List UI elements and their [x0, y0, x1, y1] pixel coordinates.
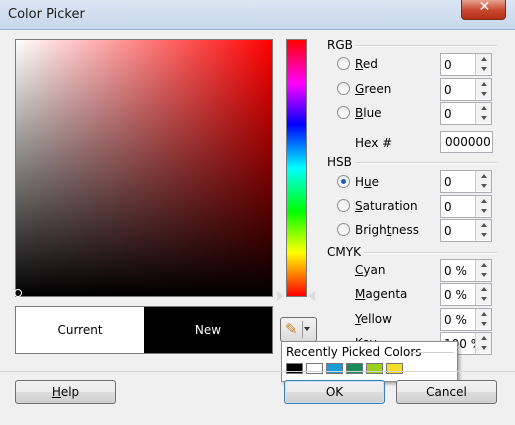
blue-decrement[interactable] — [476, 113, 491, 123]
blue-label: Blue — [355, 106, 382, 120]
cyan-decrement[interactable] — [476, 270, 491, 280]
brightness-value[interactable]: 0 — [444, 224, 452, 238]
magenta-value[interactable]: 0 % — [444, 288, 467, 302]
blue-spinbox[interactable]: 0 — [440, 102, 492, 125]
yellow-value[interactable]: 0 % — [444, 313, 467, 327]
green-decrement[interactable] — [476, 89, 491, 99]
hex-value[interactable]: 000000 — [445, 135, 491, 149]
rgb-group-divider — [355, 45, 497, 47]
cyan-spinbox[interactable]: 0 % — [440, 259, 492, 282]
recent-color-swatch[interactable] — [366, 363, 383, 374]
yellow-decrement[interactable] — [476, 319, 491, 329]
recent-colors-divider — [410, 352, 454, 353]
title-bar: Color Picker ✕ — [0, 0, 515, 30]
hue-slider-right-handle[interactable] — [308, 291, 315, 301]
saturation-decrement[interactable] — [476, 206, 491, 216]
cancel-button[interactable]: Cancel — [396, 380, 497, 404]
new-color-preview: New — [144, 307, 272, 353]
saturation-spinbox[interactable]: 0 — [440, 195, 492, 218]
ok-button[interactable]: OK — [284, 380, 385, 404]
hue-slider[interactable] — [286, 39, 307, 297]
pipette-icon: ✎ — [285, 320, 298, 338]
key-decrement[interactable] — [476, 343, 491, 353]
cyan-label: Cyan — [355, 263, 386, 277]
brightness-decrement[interactable] — [476, 230, 491, 240]
cmyk-group-label: CMYK — [327, 245, 361, 259]
recent-color-swatch[interactable] — [346, 363, 363, 374]
yellow-spinbox[interactable]: 0 % — [440, 308, 492, 331]
recent-colors-popup: Recently Picked Colors — [281, 341, 458, 382]
recent-color-swatch[interactable] — [306, 363, 323, 374]
chevron-down-icon[interactable] — [304, 327, 310, 331]
blue-value[interactable]: 0 — [444, 107, 452, 121]
color-preview: Current New — [15, 306, 273, 354]
saturation-radio[interactable] — [337, 199, 350, 212]
green-label: Green — [355, 82, 392, 96]
close-icon: ✕ — [478, 0, 491, 15]
saturation-value[interactable]: 0 — [444, 200, 452, 214]
green-spinbox[interactable]: 0 — [440, 78, 492, 101]
brightness-spinbox[interactable]: 0 — [440, 219, 492, 242]
hue-label: Hue — [355, 175, 380, 189]
eyedropper-button[interactable]: ✎ — [280, 317, 317, 342]
green-radio[interactable] — [337, 82, 350, 95]
green-value[interactable]: 0 — [444, 83, 452, 97]
magenta-decrement[interactable] — [476, 294, 491, 304]
hex-input[interactable]: 000000 — [440, 131, 493, 153]
recent-color-swatch[interactable] — [326, 363, 343, 374]
rgb-group-label: RGB — [327, 38, 353, 52]
hue-radio[interactable] — [337, 175, 350, 188]
recent-color-swatch[interactable] — [286, 363, 303, 374]
red-spinbox[interactable]: 0 — [440, 53, 492, 76]
recent-colors-title: Recently Picked Colors — [286, 345, 422, 359]
red-label: Red — [355, 57, 378, 71]
hue-spinbox[interactable]: 0 — [440, 170, 492, 193]
red-radio[interactable] — [337, 57, 350, 70]
saturation-label: Saturation — [355, 199, 418, 213]
magenta-spinbox[interactable]: 0 % — [440, 283, 492, 306]
color-selection-marker[interactable] — [14, 289, 22, 297]
help-button[interactable]: Help — [15, 380, 116, 404]
brightness-label: Brightness — [355, 223, 419, 237]
red-decrement[interactable] — [476, 64, 491, 74]
split-divider — [302, 321, 303, 338]
hue-decrement[interactable] — [476, 181, 491, 191]
hex-label: Hex # — [355, 136, 393, 150]
blue-radio[interactable] — [337, 106, 350, 119]
hue-slider-left-handle[interactable] — [277, 291, 284, 301]
button-area-divider — [0, 371, 515, 372]
cmyk-group-divider — [364, 252, 497, 254]
hsb-group-divider — [355, 162, 497, 164]
window-title: Color Picker — [8, 7, 85, 22]
cyan-value[interactable]: 0 % — [444, 264, 467, 278]
brightness-radio[interactable] — [337, 223, 350, 236]
current-label: Current — [57, 323, 103, 337]
yellow-label: Yellow — [355, 312, 392, 326]
magenta-label: Magenta — [355, 287, 408, 301]
hue-value[interactable]: 0 — [444, 175, 452, 189]
recent-color-swatch[interactable] — [386, 363, 403, 374]
current-color-preview: Current — [16, 307, 144, 353]
hsb-group-label: HSB — [327, 155, 352, 169]
saturation-brightness-field[interactable] — [15, 39, 273, 297]
close-button[interactable]: ✕ — [461, 0, 506, 20]
red-value[interactable]: 0 — [444, 58, 452, 72]
new-label: New — [194, 323, 222, 337]
